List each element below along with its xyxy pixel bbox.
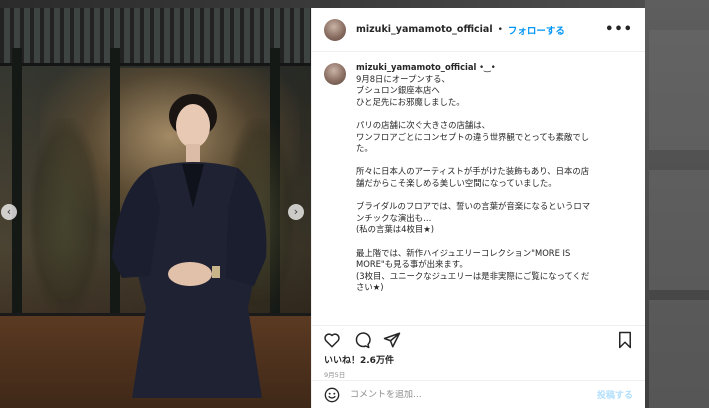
caption-blank-line	[356, 236, 626, 248]
chevron-left-icon: ‹	[6, 205, 12, 218]
post-header: mizuki_yamamoto_official • フォローする •••	[312, 8, 645, 52]
caption-line: ブライダルのフロアでは、誓いの言葉が音楽になるというロマ	[356, 201, 591, 212]
caption-line: ひと足先にお邪魔しました。	[356, 96, 465, 107]
post-actions	[312, 325, 645, 353]
caption-line: MORE"も見る事が出来ます。	[356, 259, 468, 270]
caption-line: (3枚目、ユニークなジュエリーは是非実際にご覧になってくだ	[356, 270, 590, 281]
caption-line: ワンフロアごとにコンセプトの違う世界観でとっても素敵でし	[356, 131, 590, 142]
background-thumbnail	[649, 300, 709, 408]
share-icon[interactable]	[383, 331, 401, 349]
post-side-panel: mizuki_yamamoto_official • フォローする ••• mi…	[311, 8, 645, 408]
caption-line: パリの店舗に次ぐ大きさの店舗は、	[356, 119, 490, 130]
caption-line: ブシュロン銀座本店へ	[356, 85, 440, 96]
caption-emoticon: •‿•	[476, 62, 496, 72]
post-date: 9月5日	[324, 371, 346, 379]
post-photo[interactable]: ‹ ›	[0, 8, 311, 408]
more-options-button[interactable]: •••	[605, 22, 633, 37]
author-username[interactable]: mizuki_yamamoto_official	[356, 24, 493, 35]
post-modal: ‹ › mizuki_yamamoto_official • フォローする ••…	[0, 8, 645, 408]
chevron-right-icon: ›	[293, 205, 299, 218]
comment-icon[interactable]	[353, 331, 371, 349]
comment-input[interactable]	[350, 389, 597, 400]
background-thumbnail	[649, 170, 709, 290]
caption-line: ンチックな演出も…	[356, 212, 432, 223]
comment-bar: 投稿する	[312, 380, 645, 408]
emoji-icon[interactable]	[324, 387, 340, 403]
caption-line: 最上階では、新作ハイジュエリーコレクション"MORE IS	[356, 247, 571, 258]
next-photo-button[interactable]: ›	[288, 204, 304, 220]
like-count[interactable]: いいね！2.6万件	[312, 353, 645, 366]
caption-blank-line	[356, 190, 626, 202]
background-thumbnail	[649, 30, 709, 150]
header-separator: •	[497, 24, 503, 35]
caption-blank-line	[356, 155, 626, 167]
caption-text: 9月8日にオープンする、 ブシュロン銀座本店へ ひと足先にお邪魔しました。パリの店舗…	[356, 74, 626, 294]
heart-icon[interactable]	[323, 331, 341, 349]
photo-person	[112, 94, 267, 398]
bookmark-icon[interactable]	[616, 331, 634, 349]
caption-line: 舗だからこそ楽しめる美しい空間になっていました。	[356, 177, 557, 188]
caption-username[interactable]: mizuki_yamamoto_official	[356, 62, 476, 72]
caption-line: さい★)	[356, 282, 384, 293]
author-avatar[interactable]	[324, 18, 346, 41]
caption-line: (私の言葉は4枚目★)	[356, 224, 434, 235]
post-comment-button[interactable]: 投稿する	[597, 388, 633, 401]
caption-line: た。	[356, 143, 373, 154]
caption-area: mizuki_yamamoto_official •‿• 9月8日にオープンする…	[312, 52, 645, 325]
caption-line: 所々に日本人のアーティストが手がけた装飾もあり、日本の店	[356, 166, 590, 177]
previous-photo-button[interactable]: ‹	[1, 204, 17, 220]
post-caption: mizuki_yamamoto_official •‿• 9月8日にオープンする…	[356, 62, 626, 325]
background-feed	[645, 0, 709, 408]
follow-button[interactable]: フォローする	[508, 23, 565, 37]
caption-line: 9月8日にオープンする、	[356, 73, 450, 84]
caption-avatar[interactable]	[324, 63, 346, 85]
caption-blank-line	[356, 108, 626, 120]
